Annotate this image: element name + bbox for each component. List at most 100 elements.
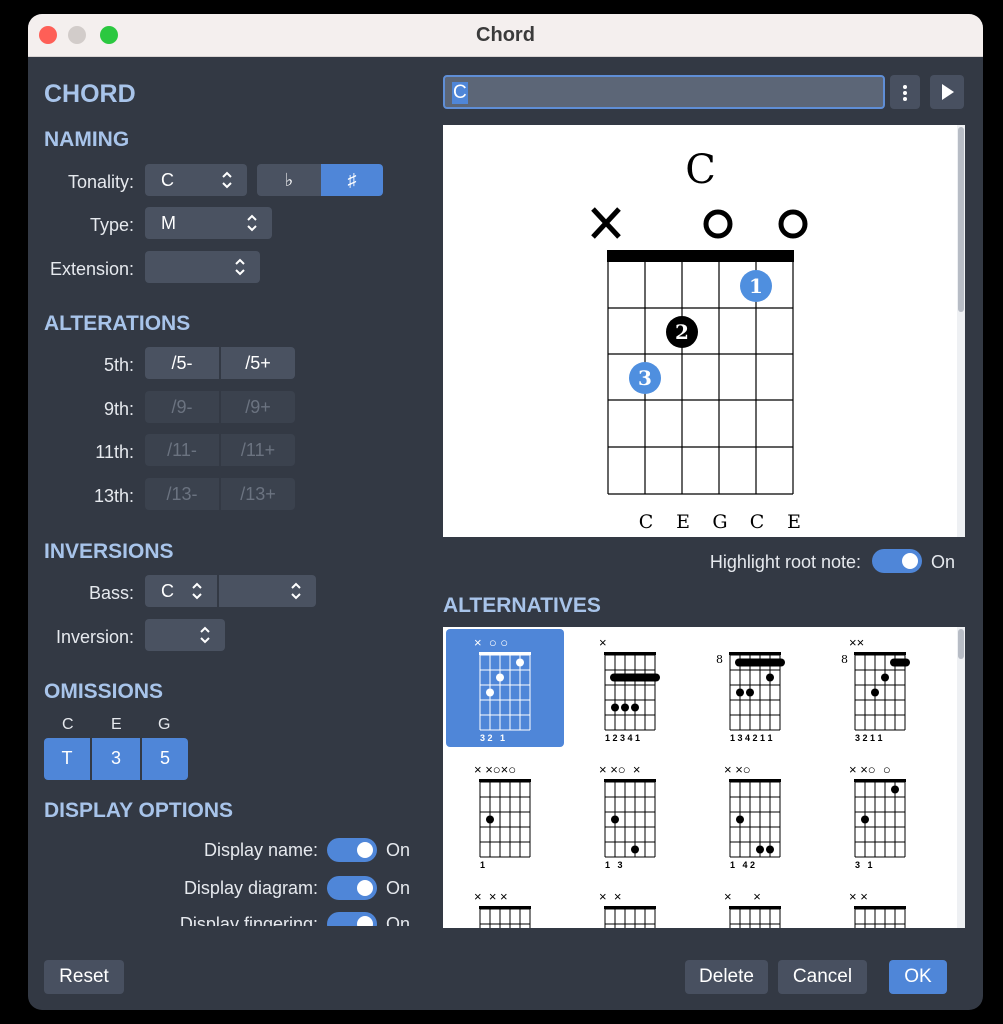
display-diagram-label: Display diagram: [183,878,318,898]
delete-button[interactable]: Delete [685,960,768,994]
alternatives-heading: ALTERNATIVES [443,594,601,617]
alternative-voicing[interactable]: × ×○ ○ 3 1 [821,756,939,874]
omission-root-button[interactable]: T [44,738,90,780]
up-down-chevron-icon [247,214,257,232]
finger-number-2: 2 [675,320,689,344]
omission-note-e: E [111,716,122,733]
mini-chord-diagram [854,652,910,731]
bass-value: C [161,581,174,601]
display-fingering-state: On [386,914,411,926]
bass-accidental-select[interactable] [219,575,316,607]
string-markers: × ×○ [724,762,751,777]
diagram-scrollbar-thumb[interactable] [958,127,964,312]
string-markers: × ×○ ○ [849,762,891,777]
bass-note-select[interactable]: C [145,575,217,607]
display-options-list: Display name: On Display diagram: On Dis… [28,834,428,926]
mini-chord-diagram [729,779,781,858]
chord-diagram-panel: C 1 2 3 C E G C E [443,125,965,537]
type-select[interactable]: M [145,207,272,239]
chord-diagram [591,207,808,495]
chord-name-input[interactable]: C [443,75,885,109]
alteration-9-plus-button[interactable]: /9+ [221,391,295,423]
alteration-13th-label: 13th: [93,486,134,506]
open-string-marker [778,209,808,239]
string-markers: × ×○ × [599,762,641,777]
string-markers: × × × [474,889,508,904]
tonality-select[interactable]: C [145,164,247,196]
alteration-11-plus-button[interactable]: /11+ [221,434,295,466]
extension-label: Extension: [49,259,134,279]
alternative-voicing[interactable]: × × × [446,883,564,928]
alteration-5th-label: 5th: [103,355,134,375]
flat-symbol: ♭ [284,170,294,190]
display-name-label: Display name: [203,840,318,860]
alteration-5-plus-button[interactable]: /5+ [221,347,295,379]
display-name-toggle[interactable] [327,838,377,862]
diagram-scrollbar[interactable] [957,125,965,537]
alterations-heading: ALTERATIONS [44,312,191,335]
alteration-9-minus-button[interactable]: /9- [145,391,219,423]
alteration-13-minus-button[interactable]: /13- [145,478,219,510]
note-name-3: G [712,511,728,533]
mini-chord-diagram [604,652,660,731]
note-name-2: E [676,511,690,533]
alternative-voicing[interactable]: × ×○×○ 1 [446,756,564,874]
alternative-voicing[interactable]: × × [696,883,814,928]
alternative-voicing[interactable]: ×× 8 3 2 1 1 [821,629,939,747]
type-label: Type: [89,215,134,235]
muted-string-marker [591,207,621,239]
alternative-voicing[interactable]: × ○ ○ 3 2 1 [446,629,564,747]
display-diagram-toggle[interactable] [327,876,377,900]
play-button[interactable] [930,75,964,109]
cancel-button[interactable]: Cancel [778,960,867,994]
alteration-13-plus-button[interactable]: /13+ [221,478,295,510]
highlight-root-label: Highlight root note: [709,552,861,572]
note-name-4: C [749,511,765,533]
alteration-9th-label: 9th: [103,399,134,419]
alteration-11-minus-button[interactable]: /11- [145,434,219,466]
alteration-5-minus-button[interactable]: /5- [145,347,219,379]
chord-name-input-value: C [452,82,468,104]
string-markers: × ×○×○ [474,762,517,777]
alternative-voicing[interactable]: 8 1 3 4 2 1 1 [696,629,814,747]
string-markers: × × [724,889,761,904]
ok-button[interactable]: OK [889,960,947,994]
display-fingering-toggle[interactable] [327,912,377,926]
fingering-numbers: 3 2 1 1 [855,733,883,743]
alternative-voicing[interactable]: × 1 2 3 4 1 [571,629,689,747]
window-title: Chord [476,24,535,46]
fingering-numbers: 3 1 [855,860,873,870]
fingering-numbers: 1 4 2 [730,860,756,870]
sharp-button[interactable]: ♯ [321,164,383,196]
fingering-numbers: 3 2 1 [480,733,506,743]
alternative-voicing[interactable]: × ×○ 1 4 2 [696,756,814,874]
fingering-numbers: 1 2 3 4 1 [605,733,641,743]
play-icon [942,84,954,100]
note-name-1: C [638,511,654,533]
nut [607,250,794,262]
more-vertical-icon [903,85,907,101]
extension-select[interactable] [145,251,260,283]
up-down-chevron-icon [192,582,202,600]
alternative-voicing[interactable]: × × [821,883,939,928]
highlight-root-toggle[interactable] [872,549,922,573]
alternatives-scrollbar[interactable] [957,627,965,928]
up-down-chevron-icon [200,626,210,644]
open-string-marker [703,209,733,239]
omission-fifth-button[interactable]: 5 [142,738,188,780]
omission-note-c: C [62,716,74,733]
reset-button[interactable]: Reset [44,960,124,994]
mini-chord-diagram [854,906,906,928]
fret-number: 8 [841,653,848,666]
more-options-button[interactable] [890,75,920,109]
string-markers: × × [599,889,622,904]
flat-button[interactable]: ♭ [257,164,321,196]
alternatives-scrollbar-thumb[interactable] [958,629,964,659]
string-markers: × ○ ○ [474,635,509,650]
string-markers: ×× [849,635,865,650]
alternative-voicing[interactable]: × ×○ × 1 3 [571,756,689,874]
omission-third-button[interactable]: 3 [92,738,140,780]
fingering-numbers: 1 3 [605,860,623,870]
alternative-voicing[interactable]: × × [571,883,689,928]
inversion-select[interactable] [145,619,225,651]
